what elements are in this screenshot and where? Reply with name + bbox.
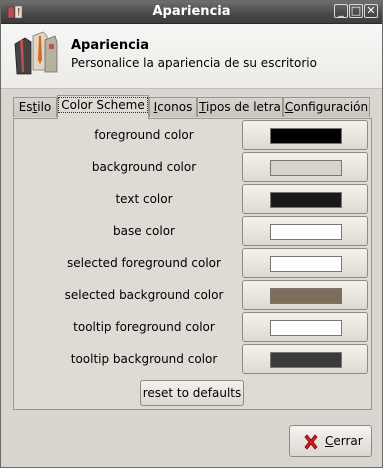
reset-to-defaults-button[interactable]: reset to defaults [140,380,244,406]
color-swatch [270,256,342,272]
color-swatch [270,160,342,176]
tab-tipos-de-letra[interactable]: Tipos de letra [197,97,283,117]
tooltip-foreground-color-label: tooltip foreground color [73,320,215,334]
title-bar[interactable]: Apariencia _ □ ✕ [1,1,382,24]
appearance-window: Apariencia _ □ ✕ Apariencia Personalice … [0,0,383,468]
tab-configuracion[interactable]: Configuración [283,97,370,117]
header-subtitle: Personalice la apariencia de su escritor… [71,56,317,70]
text-color-button[interactable] [242,184,368,214]
color-swatch [270,224,342,240]
minimize-button[interactable]: _ [334,4,348,18]
selected-foreground-color-label: selected foreground color [67,256,221,270]
tab-iconos[interactable]: Iconos [149,97,197,117]
base-color-label: base color [113,224,175,238]
color-swatch [270,320,342,336]
base-color-button[interactable] [242,216,368,246]
text-color-label: text color [115,192,173,206]
color-swatch [270,192,342,208]
color-swatch [270,128,342,144]
tooltip-background-color-button[interactable] [242,344,368,374]
tooltip-foreground-color-button[interactable] [242,312,368,342]
background-color-label: background color [91,160,197,174]
cerrar-label: Cerrar [325,434,363,448]
tooltip-background-color-label: tooltip background color [70,352,218,366]
close-window-button[interactable]: ✕ [364,4,378,18]
appearance-shirt-tie-icon [14,31,58,75]
selected-background-color-label: selected background color [64,288,224,302]
foreground-color-label: foreground color [94,128,194,142]
color-scheme-panel: foreground color background color text c… [13,118,372,410]
selected-foreground-color-button[interactable] [242,248,368,278]
maximize-button[interactable]: □ [349,4,363,18]
window-title: Apariencia [152,4,231,19]
cerrar-button[interactable]: Cerrar [289,425,372,457]
foreground-color-button[interactable] [242,120,368,150]
color-swatch [270,288,342,304]
selected-background-color-button[interactable] [242,280,368,310]
dialog-header: Apariencia Personalice la apariencia de … [1,24,382,89]
tab-color-scheme[interactable]: Color Scheme [57,95,149,119]
background-color-button[interactable] [242,152,368,182]
header-title: Apariencia [71,38,150,53]
color-swatch [270,352,342,368]
close-x-icon [304,434,318,450]
tab-estilo[interactable]: Estilo [13,97,57,117]
